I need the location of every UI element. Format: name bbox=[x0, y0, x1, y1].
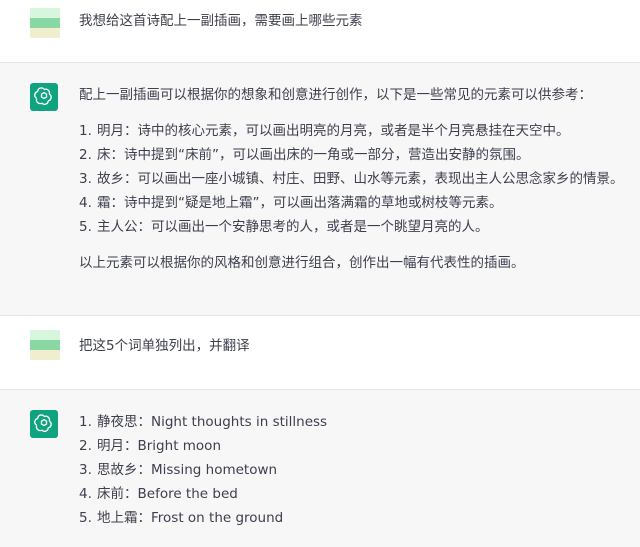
user-avatar-icon bbox=[30, 8, 60, 38]
user-avatar-icon bbox=[30, 330, 60, 360]
assistant-message-row: 配上一副插画可以根据你的想象和创意进行创作，以下是一些常见的元素可以供参考： 1… bbox=[0, 63, 640, 315]
list-item: 3. 故乡：可以画出一座小城镇、村庄、田野、山水等元素，表现出主人公思念家乡的情景… bbox=[79, 171, 624, 187]
assistant-intro-text: 配上一副插画可以根据你的想象和创意进行创作，以下是一些常见的元素可以供参考： bbox=[79, 87, 592, 103]
list-item: 3. 思故乡：Missing hometown bbox=[79, 462, 278, 478]
list-item: 5. 地上霜：Frost on the ground bbox=[79, 510, 284, 526]
user-message-row: 我想给这首诗配上一副插画，需要画上哪些元素 bbox=[0, 0, 640, 62]
translation-list: 1. 静夜思：Night thoughts in stillness 2. 明月：B… bbox=[79, 410, 626, 530]
list-item: 1. 静夜思：Night thoughts in stillness bbox=[79, 414, 328, 430]
user-message-row: 把这5个词单独列出，并翻译 bbox=[0, 316, 640, 389]
chatgpt-logo-icon bbox=[30, 410, 58, 438]
list-item: 4. 霜：诗中提到“疑是地上霜”，可以画出落满霜的草地或树枝等元素。 bbox=[79, 195, 503, 211]
list-item: 5. 主人公：可以画出一个安静思考的人，或者是一个眺望月亮的人。 bbox=[79, 219, 489, 235]
list-item: 2. 床：诗中提到“床前”，可以画出床的一角或一部分，营造出安静的氛围。 bbox=[79, 147, 530, 163]
assistant-outro-text: 以上元素可以根据你的风格和创意进行组合，创作出一幅有代表性的插画。 bbox=[79, 255, 525, 271]
element-list: 1. 明月：诗中的核心元素，可以画出明亮的月亮，或者是半个月亮悬挂在天空中。 2.… bbox=[79, 119, 626, 239]
list-item: 4. 床前：Before the bed bbox=[79, 486, 238, 502]
user-message-text: 把这5个词单独列出，并翻译 bbox=[79, 338, 250, 354]
list-item: 1. 明月：诗中的核心元素，可以画出明亮的月亮，或者是半个月亮悬挂在天空中。 bbox=[79, 123, 570, 139]
assistant-message-row: 1. 静夜思：Night thoughts in stillness 2. 明月：B… bbox=[0, 390, 640, 547]
chatgpt-logo-icon bbox=[30, 83, 58, 111]
list-item: 2. 明月：Bright moon bbox=[79, 438, 221, 454]
user-message-text: 我想给这首诗配上一副插画，需要画上哪些元素 bbox=[79, 13, 363, 29]
